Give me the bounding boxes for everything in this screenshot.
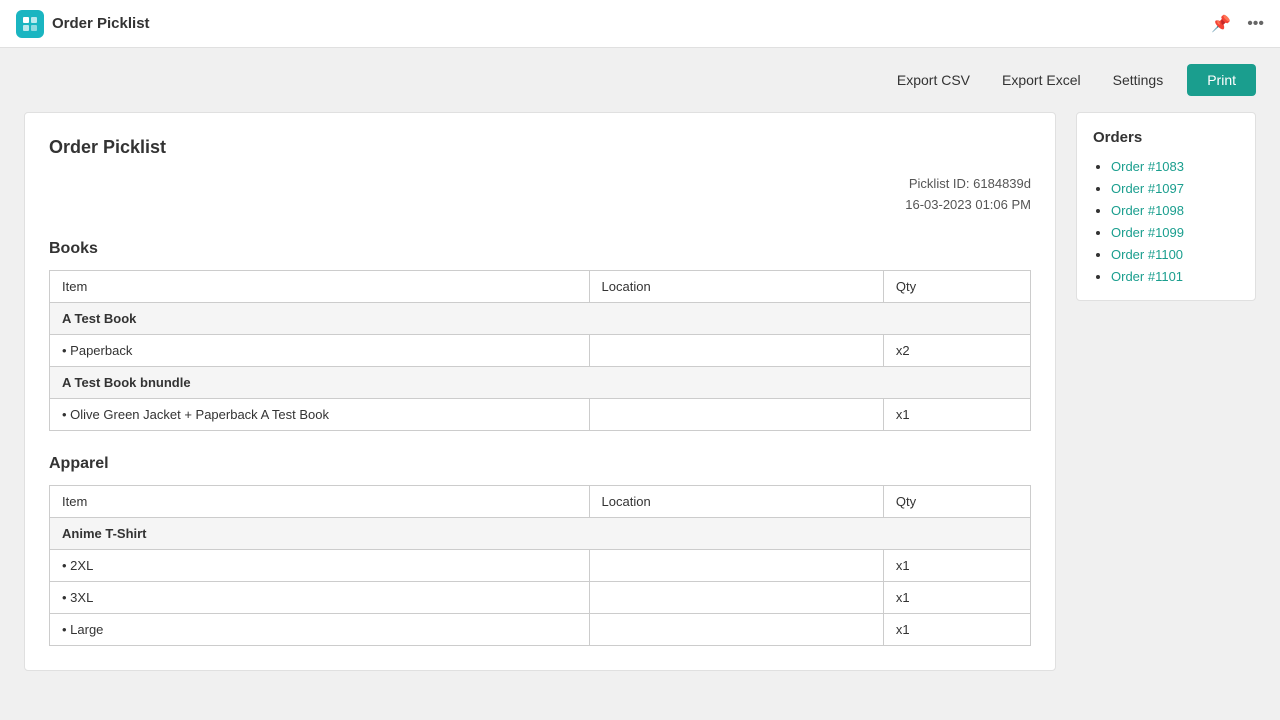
app-logo: Order Picklist [16,10,1211,38]
item-name: • 2XL [50,549,590,581]
settings-button[interactable]: Settings [1105,66,1172,94]
apparel-col-qty: Qty [883,485,1030,517]
books-col-item: Item [50,270,590,302]
order-link[interactable]: Order #1099 [1111,225,1184,240]
main-content: Order Picklist Picklist ID: 6184839d 16-… [0,112,1280,695]
top-bar-actions: 📌 ••• [1211,14,1264,34]
list-item: Order #1099 [1111,224,1239,240]
group-name: A Test Book bnundle [50,366,1031,398]
table-row: • Large x1 [50,613,1031,645]
list-item: Order #1098 [1111,202,1239,218]
table-row: A Test Book [50,302,1031,334]
table-row: Anime T-Shirt [50,517,1031,549]
sidebar-title: Orders [1093,129,1239,146]
picklist-date: 16-03-2023 01:06 PM [49,195,1031,216]
apparel-col-item: Item [50,485,590,517]
picklist-id: Picklist ID: 6184839d [49,174,1031,195]
top-bar: Order Picklist 📌 ••• [0,0,1280,48]
table-row: A Test Book bnundle [50,366,1031,398]
apparel-col-location: Location [589,485,883,517]
item-location [589,581,883,613]
item-qty: x1 [883,398,1030,430]
item-name: • Paperback [50,334,590,366]
list-item: Order #1097 [1111,180,1239,196]
list-item: Order #1100 [1111,246,1239,262]
toolbar: Export CSV Export Excel Settings Print [0,48,1280,112]
order-link[interactable]: Order #1097 [1111,181,1184,196]
table-row: • 3XL x1 [50,581,1031,613]
orders-list: Order #1083 Order #1097 Order #1098 Orde… [1093,158,1239,284]
item-name: • Large [50,613,590,645]
item-qty: x2 [883,334,1030,366]
pin-icon[interactable]: 📌 [1211,14,1231,34]
order-link[interactable]: Order #1083 [1111,159,1184,174]
list-item: Order #1101 [1111,268,1239,284]
order-link[interactable]: Order #1100 [1111,247,1183,262]
item-name: • Olive Green Jacket + Paperback A Test … [50,398,590,430]
picklist-title: Order Picklist [49,137,1031,158]
logo-icon [16,10,44,38]
table-row: • 2XL x1 [50,549,1031,581]
print-button[interactable]: Print [1187,64,1256,96]
order-link[interactable]: Order #1101 [1111,269,1183,284]
section-apparel-heading: Apparel [49,455,1031,473]
more-icon[interactable]: ••• [1247,15,1264,33]
item-qty: x1 [883,581,1030,613]
picklist-meta: Picklist ID: 6184839d 16-03-2023 01:06 P… [49,174,1031,216]
books-col-location: Location [589,270,883,302]
group-name: A Test Book [50,302,1031,334]
item-location [589,398,883,430]
apparel-table: Item Location Qty Anime T-Shirt • 2XL x1… [49,485,1031,646]
table-row: • Paperback x2 [50,334,1031,366]
item-qty: x1 [883,549,1030,581]
books-col-qty: Qty [883,270,1030,302]
item-name: • 3XL [50,581,590,613]
orders-sidebar: Orders Order #1083 Order #1097 Order #10… [1076,112,1256,301]
table-row: • Olive Green Jacket + Paperback A Test … [50,398,1031,430]
item-location [589,549,883,581]
section-books-heading: Books [49,240,1031,258]
app-title: Order Picklist [52,15,150,32]
order-link[interactable]: Order #1098 [1111,203,1184,218]
list-item: Order #1083 [1111,158,1239,174]
item-qty: x1 [883,613,1030,645]
export-csv-button[interactable]: Export CSV [889,66,978,94]
export-excel-button[interactable]: Export Excel [994,66,1089,94]
item-location [589,334,883,366]
books-table: Item Location Qty A Test Book • Paperbac… [49,270,1031,431]
item-location [589,613,883,645]
picklist-paper: Order Picklist Picklist ID: 6184839d 16-… [24,112,1056,671]
group-name: Anime T-Shirt [50,517,1031,549]
